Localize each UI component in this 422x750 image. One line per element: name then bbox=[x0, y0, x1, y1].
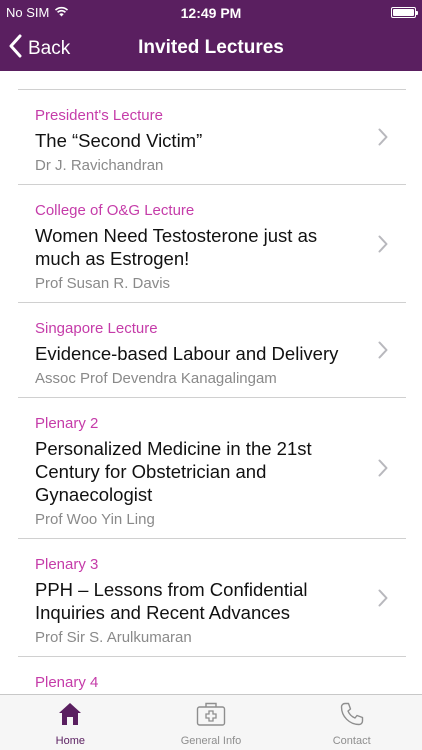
wifi-icon bbox=[54, 5, 69, 20]
lecture-category: Plenary 2 bbox=[35, 415, 99, 432]
chevron-right-icon bbox=[378, 235, 388, 258]
lecture-row[interactable]: College of O&G Lecture Women Need Testos… bbox=[18, 185, 406, 303]
tab-general-info[interactable]: General Info bbox=[141, 695, 282, 750]
phone-icon bbox=[339, 701, 365, 732]
lecture-title: Evidence-based Labour and Delivery bbox=[35, 343, 339, 364]
lecture-row[interactable]: Plenary 4 bbox=[18, 657, 406, 694]
lecture-title: Personalized Medicine in the 21st Centur… bbox=[35, 438, 312, 505]
lecture-category: Plenary 4 bbox=[35, 674, 99, 691]
lecture-row[interactable]: Plenary 3 PPH – Lessons from Confidentia… bbox=[18, 539, 406, 657]
tab-contact[interactable]: Contact bbox=[281, 695, 422, 750]
navigation-bar: Back Invited Lectures bbox=[0, 25, 422, 71]
lecture-title: Women Need Testosterone just as much as … bbox=[35, 225, 318, 269]
battery-icon bbox=[391, 7, 418, 18]
chevron-right-icon bbox=[378, 459, 388, 482]
lecture-speaker: Assoc Prof Devendra Kanagalingam bbox=[35, 370, 277, 387]
tab-label: Contact bbox=[332, 735, 371, 747]
chevron-right-icon bbox=[378, 341, 388, 364]
lecture-speaker: Prof Susan R. Davis bbox=[35, 275, 171, 292]
lecture-row[interactable]: Singapore Lecture Evidence-based Labour … bbox=[18, 303, 406, 398]
lecture-title: PPH – Lessons from Confidential Inquirie… bbox=[35, 579, 308, 623]
lecture-row[interactable]: Plenary 2 Personalized Medicine in the 2… bbox=[18, 398, 406, 539]
home-icon bbox=[57, 701, 83, 732]
status-bar: No SIM 12:49 PM bbox=[0, 0, 422, 25]
battery-fill bbox=[393, 9, 414, 16]
lecture-category: Plenary 3 bbox=[35, 556, 99, 573]
page-title: Invited Lectures bbox=[138, 37, 284, 58]
status-left: No SIM bbox=[6, 5, 69, 20]
tab-home[interactable]: Home bbox=[0, 695, 141, 750]
lecture-category: Singapore Lecture bbox=[35, 320, 158, 337]
lecture-row[interactable]: President's Lecture The “Second Victim” … bbox=[18, 90, 406, 185]
medical-kit-icon bbox=[196, 701, 226, 732]
lecture-category: President's Lecture bbox=[35, 107, 163, 124]
lecture-title: The “Second Victim” bbox=[35, 130, 203, 151]
lecture-category: College of O&G Lecture bbox=[35, 202, 195, 219]
lecture-list: President's Lecture The “Second Victim” … bbox=[0, 90, 422, 694]
tab-label: Home bbox=[55, 735, 85, 747]
chevron-right-icon bbox=[378, 589, 388, 612]
lecture-list-container: President's Lecture The “Second Victim” … bbox=[0, 71, 422, 694]
carrier-label: No SIM bbox=[6, 5, 50, 20]
tab-bar: Home General Info Contact bbox=[0, 694, 422, 750]
lecture-speaker: Prof Sir S. Arulkumaran bbox=[35, 629, 192, 646]
tab-label: General Info bbox=[180, 735, 242, 747]
lecture-speaker: Prof Woo Yin Ling bbox=[35, 511, 155, 528]
lecture-speaker: Dr J. Ravichandran bbox=[35, 157, 164, 174]
chevron-right-icon bbox=[378, 128, 388, 151]
